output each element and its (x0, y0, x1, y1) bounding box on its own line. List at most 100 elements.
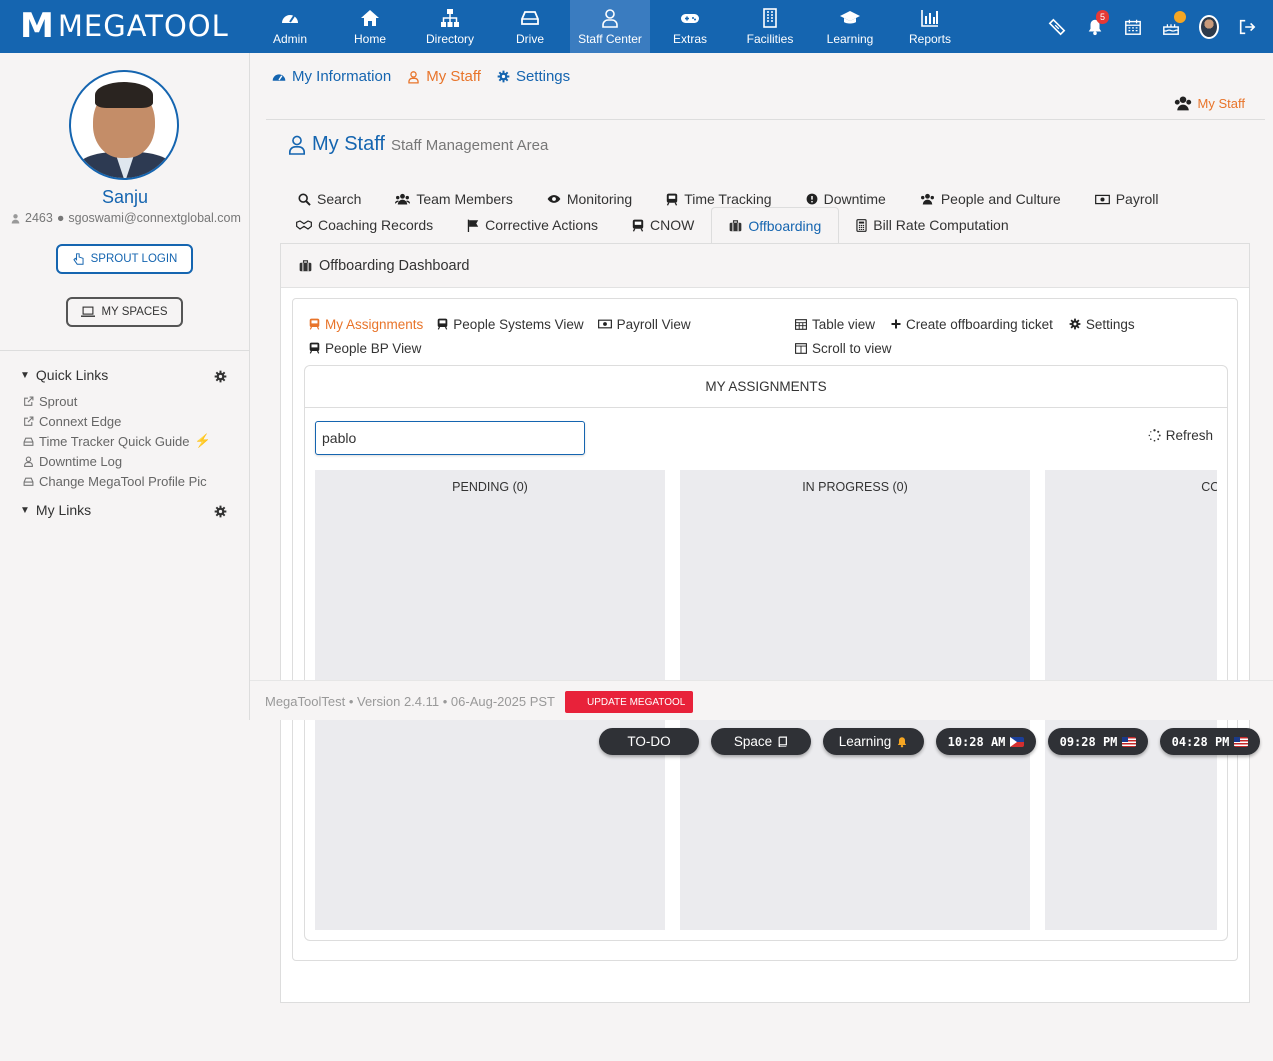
link-people-bp-view[interactable]: People BP View (309, 341, 421, 356)
user-avatar[interactable] (1199, 14, 1219, 39)
panel-header: Offboarding Dashboard (281, 244, 1249, 288)
tab-payroll[interactable]: Payroll (1094, 181, 1176, 217)
nav-learning[interactable]: Learning (810, 0, 890, 53)
todo-pill[interactable]: TO-DO (599, 728, 699, 755)
train-icon (632, 219, 644, 232)
train-icon (437, 318, 448, 330)
quick-links-list: Sprout Connext Edge Time Tracker Quick G… (23, 391, 211, 491)
nav-staff-center-label: Staff Center (578, 31, 642, 46)
plus-icon (891, 319, 901, 329)
laptop-icon (81, 306, 96, 317)
subnav-my-information-label: My Information (292, 68, 392, 85)
link-settings[interactable]: Settings (1069, 317, 1135, 332)
staff-subnav: My Information My Staff Settings (272, 68, 570, 85)
nav-home[interactable]: Home (330, 0, 410, 53)
tab-offboarding[interactable]: Offboarding (711, 207, 840, 244)
birthday-cake-icon[interactable] (1161, 10, 1186, 37)
refresh-button[interactable]: Refresh (1148, 428, 1213, 443)
dashboard-icon (272, 74, 286, 81)
quick-link-change-profile-pic[interactable]: Change MegaTool Profile Pic (23, 471, 211, 491)
offboarding-panel: Offboarding Dashboard My Assignments Peo… (280, 243, 1250, 1003)
space-pill[interactable]: Space (711, 728, 811, 755)
quick-links-gear-icon[interactable] (214, 370, 227, 383)
user-info: 2463 ● sgoswami@connextglobal.com (10, 211, 250, 225)
subnav-settings[interactable]: Settings (497, 68, 570, 85)
link-label: Scroll to view (812, 340, 892, 356)
tab-label: Coaching Records (318, 217, 434, 233)
nav-directory[interactable]: Directory (410, 0, 490, 53)
version-text: MegaToolTest • Version 2.4.11 • 06-Aug-2… (265, 694, 555, 709)
link-table-view[interactable]: Table view (795, 317, 875, 332)
nav-admin[interactable]: Admin (250, 0, 330, 53)
subnav-my-information[interactable]: My Information (272, 68, 391, 85)
profile-photo[interactable] (69, 70, 179, 180)
quick-link-sprout[interactable]: Sprout (23, 391, 211, 411)
tab-label: Corrective Actions (485, 217, 598, 233)
view-actions: Table view Create offboarding ticket Set… (795, 312, 1135, 360)
lightning-bolt-icon: ⚡ (194, 433, 211, 448)
dashboard-icon (282, 14, 298, 23)
gamepad-icon (681, 13, 699, 23)
tab-corrective-actions[interactable]: Corrective Actions (450, 207, 615, 243)
ticket-icon[interactable] (1047, 17, 1067, 37)
update-megatool-button[interactable]: UPDATE MEGATOOL (565, 691, 694, 713)
money-bill-icon (597, 319, 612, 329)
separator-dot: ● (56, 211, 65, 225)
link-my-assignments[interactable]: My Assignments (309, 317, 423, 332)
breadcrumb[interactable]: My Staff (1174, 95, 1245, 111)
tab-coaching-records[interactable]: Coaching Records (296, 207, 450, 243)
link-scroll-to-view[interactable]: Scroll to view (795, 341, 892, 356)
link-label: People BP View (325, 340, 422, 356)
subnav-my-staff[interactable]: My Staff (407, 68, 481, 85)
nav-reports[interactable]: Reports (890, 0, 970, 53)
logout-icon[interactable] (1237, 17, 1257, 37)
page-subtitle: Staff Management Area (391, 137, 549, 154)
quick-link-label: Time Tracker Quick Guide (39, 433, 190, 449)
notifications-bell-icon[interactable]: 5 (1085, 9, 1110, 37)
sprout-login-label: SPROUT LOGIN (90, 253, 178, 265)
clock-us2-time: 04:28 PM (1171, 734, 1230, 749)
link-people-systems-view[interactable]: People Systems View (437, 317, 584, 332)
refresh-label: Refresh (1165, 428, 1213, 443)
left-sidebar: Sanju 2463 ● sgoswami@connextglobal.com … (0, 53, 250, 720)
quick-link-time-tracker-guide[interactable]: Time Tracker Quick Guide ⚡ (23, 431, 211, 451)
nav-drive[interactable]: Drive (490, 0, 570, 53)
nav-facilities[interactable]: Facilities (730, 0, 810, 53)
nav-reports-label: Reports (908, 31, 952, 46)
external-link-icon (24, 416, 34, 426)
top-navbar: M MEGATOOL Admin Home Directory Drive St… (0, 0, 1273, 53)
assignments-search-input[interactable] (315, 421, 585, 455)
todo-label: TO-DO (627, 734, 671, 749)
my-spaces-button[interactable]: MY SPACES (66, 297, 183, 327)
subnav-settings-label: Settings (515, 68, 571, 85)
quick-link-downtime-log[interactable]: Downtime Log (23, 451, 211, 471)
nav-extras[interactable]: Extras (650, 0, 730, 53)
clock-us-1: 09:28 PM (1048, 728, 1148, 755)
sprout-login-button[interactable]: SPROUT LOGIN (56, 244, 193, 274)
nav-staff-center[interactable]: Staff Center (570, 0, 650, 53)
link-create-offboarding-ticket[interactable]: Create offboarding ticket (891, 317, 1053, 332)
staff-tabs-row-2: Coaching Records Corrective Actions CNOW… (296, 207, 1026, 244)
tab-label: Time Tracking (684, 191, 772, 207)
quick-link-connext-edge[interactable]: Connext Edge (23, 411, 211, 431)
quick-links-header[interactable]: ▼ Quick Links (20, 367, 108, 383)
quick-link-label: Change MegaTool Profile Pic (39, 473, 207, 489)
learning-pill[interactable]: Learning (823, 728, 924, 755)
my-links-title: My Links (35, 502, 92, 518)
tab-cnow[interactable]: CNOW (615, 207, 711, 243)
tab-label: Downtime (823, 191, 886, 207)
us-flag-icon (1122, 736, 1137, 747)
my-links-header[interactable]: ▼ My Links (20, 502, 91, 518)
tab-label: Offboarding (748, 218, 822, 234)
calculator-icon (856, 218, 867, 232)
link-payroll-view[interactable]: Payroll View (597, 317, 691, 332)
panel-title: Offboarding Dashboard (319, 257, 470, 274)
calendar-icon[interactable] (1123, 17, 1143, 37)
my-links-gear-icon[interactable] (214, 505, 227, 518)
megatool-logo[interactable]: M MEGATOOL (20, 9, 229, 43)
train-icon (309, 318, 320, 330)
bar-chart-icon (921, 9, 938, 27)
link-label: Table view (812, 316, 876, 332)
tab-bill-rate-computation[interactable]: Bill Rate Computation (839, 207, 1025, 243)
floating-widgets: TO-DO Space Learning 10:28 AM 09:28 PM 0… (599, 728, 1260, 755)
